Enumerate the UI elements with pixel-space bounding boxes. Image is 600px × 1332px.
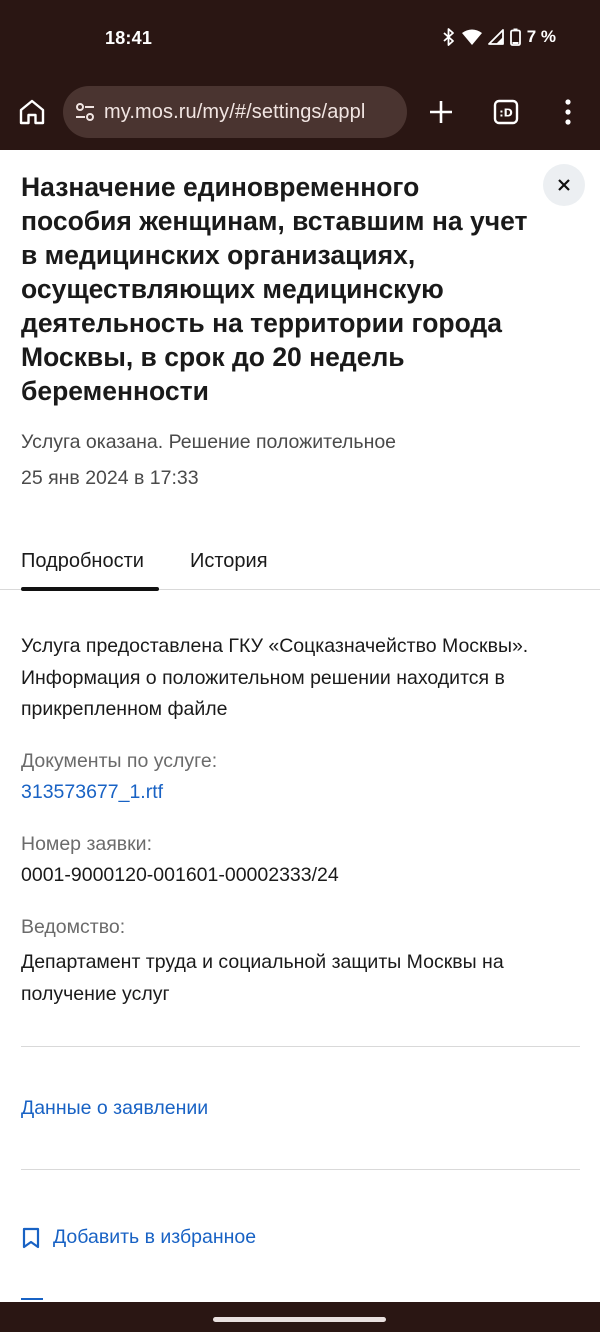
- tab-switcher-icon[interactable]: :D: [492, 98, 520, 126]
- agency-label: Ведомство:: [21, 916, 126, 938]
- add-favorite-button[interactable]: Добавить в избранное: [21, 1226, 256, 1249]
- page-content: Назначение единовременного пособия женщи…: [0, 150, 600, 1302]
- url-text[interactable]: my.mos.ru/my/#/settings/appl: [104, 101, 365, 124]
- status-time: 18:41: [105, 28, 153, 48]
- service-status: Услуга оказана. Решение положительное: [21, 431, 397, 453]
- application-data-link[interactable]: Данные о заявлении: [21, 1097, 208, 1120]
- close-icon: [558, 179, 570, 191]
- cellular-icon: [487, 29, 504, 45]
- active-tab-indicator: [21, 587, 159, 591]
- status-bar: 18:41 7 %: [0, 0, 600, 78]
- tab-switcher-label: :D: [499, 107, 513, 120]
- battery-percent: 7 %: [526, 27, 556, 46]
- status-icons: 7 %: [442, 27, 556, 47]
- site-settings-icon[interactable]: [74, 101, 96, 123]
- divider: [21, 1046, 580, 1047]
- overflow-menu-icon[interactable]: [560, 97, 576, 127]
- tab-details[interactable]: Подробности: [21, 550, 144, 573]
- document-link[interactable]: 313573677_1.rtf: [21, 781, 163, 804]
- address-bar[interactable]: my.mos.ru/my/#/settings/appl: [63, 86, 407, 138]
- bluetooth-icon: [443, 28, 454, 46]
- wifi-icon: [461, 29, 482, 45]
- home-icon[interactable]: [16, 96, 48, 128]
- request-number: 0001-9000120-001601-00002333/24: [21, 864, 339, 886]
- divider: [21, 1169, 580, 1170]
- bookmark-icon: [22, 1227, 40, 1248]
- new-tab-icon[interactable]: [427, 98, 455, 126]
- service-description: Услуга предоставлена ГКУ «Соцказначейств…: [21, 635, 529, 720]
- gesture-handle[interactable]: [213, 1317, 386, 1322]
- add-favorite-label: Добавить в избранное: [53, 1226, 257, 1248]
- agency-value: Департамент труда и социальной защиты Мо…: [21, 951, 504, 1005]
- request-number-label: Номер заявки:: [21, 833, 152, 855]
- browser-toolbar: my.mos.ru/my/#/settings/appl :D: [0, 78, 600, 150]
- service-date: 25 янв 2024 в 17:33: [21, 467, 199, 489]
- tab-bar: Подробности История: [0, 538, 600, 591]
- documents-label: Документы по услуге:: [21, 750, 218, 772]
- close-button[interactable]: [543, 164, 585, 206]
- page-title: Назначение единовременного пособия женщи…: [21, 172, 528, 406]
- tab-history[interactable]: История: [190, 550, 268, 573]
- system-nav-bar: [0, 1302, 600, 1332]
- battery-icon: [509, 28, 521, 46]
